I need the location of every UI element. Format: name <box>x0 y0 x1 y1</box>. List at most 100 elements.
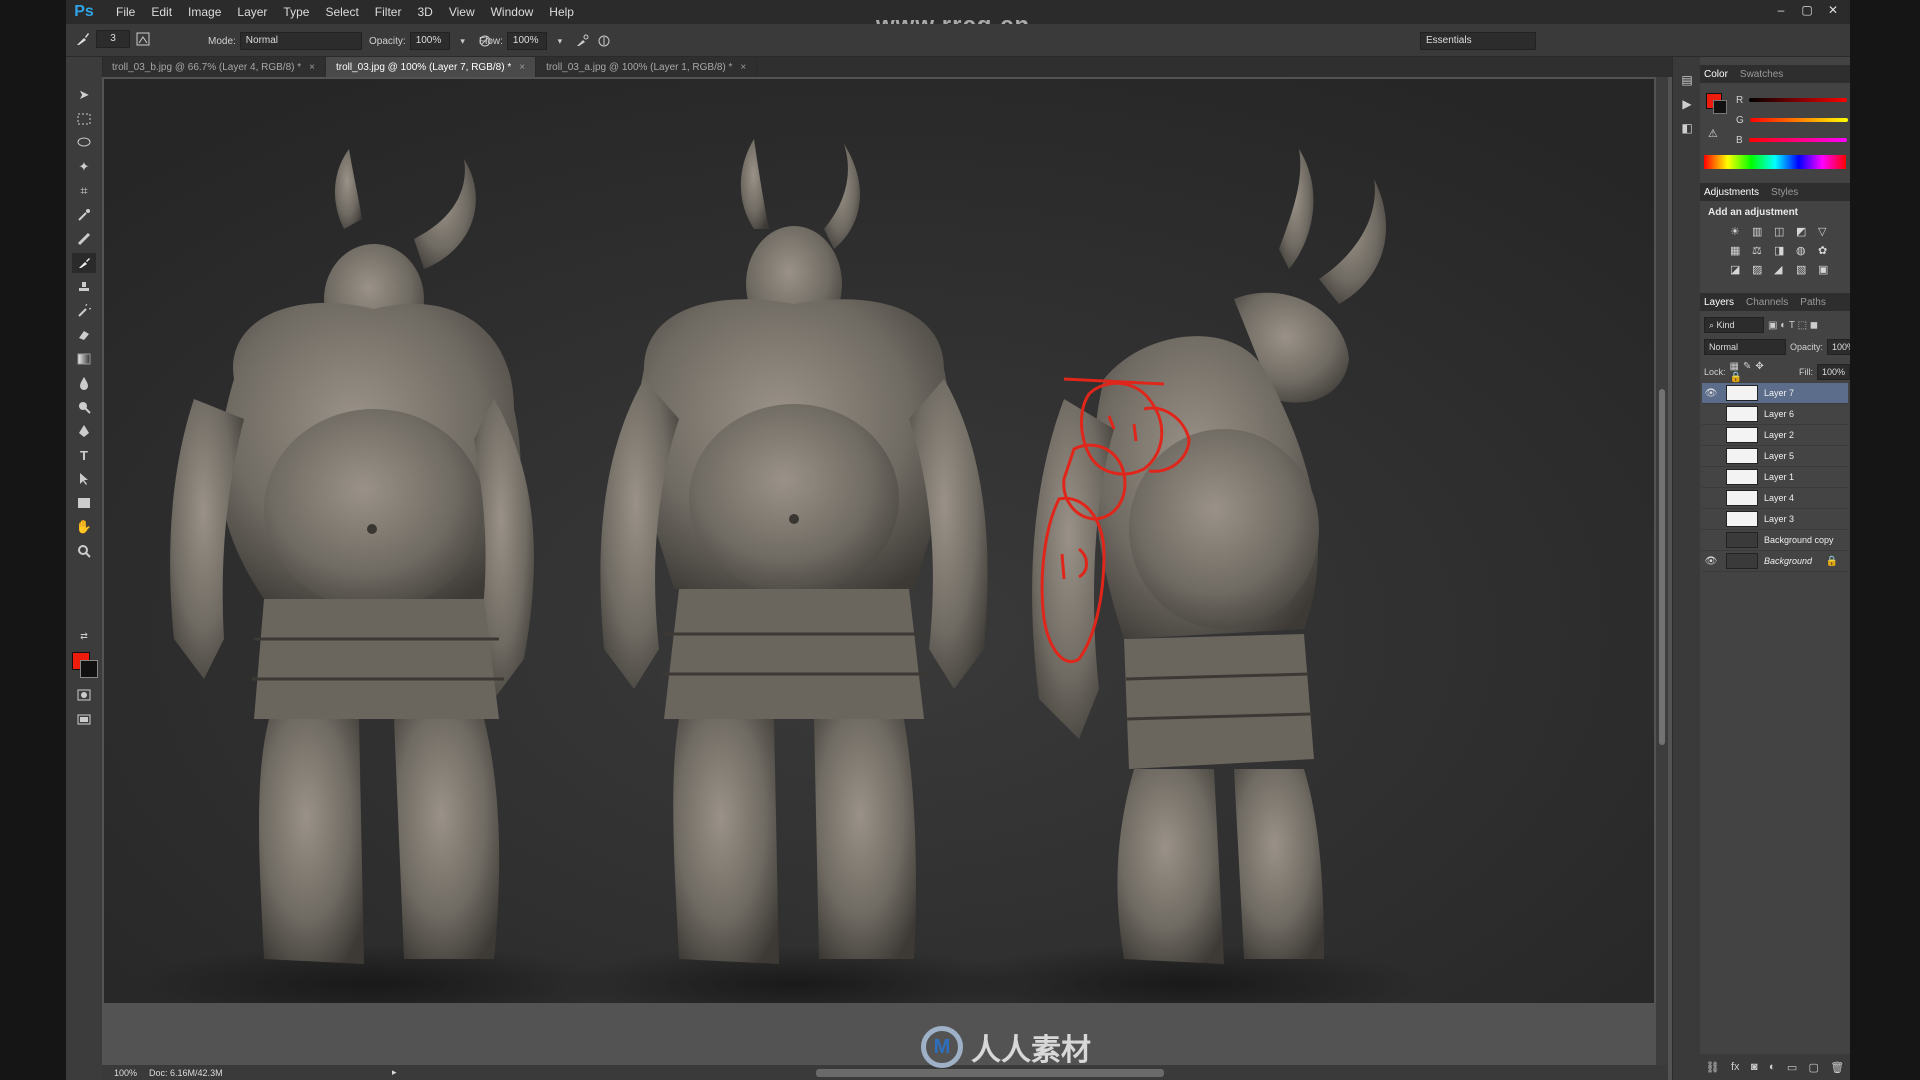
actions-play-icon[interactable]: ▶ <box>1678 95 1696 113</box>
vertical-scrollbar[interactable] <box>1656 77 1668 1065</box>
opacity-field[interactable]: 100% <box>409 32 450 50</box>
close-button[interactable]: ✕ <box>1822 2 1844 18</box>
tab-troll-03-b[interactable]: troll_03_b.jpg @ 66.7% (Layer 4, RGB/8) … <box>102 57 326 77</box>
crop-tool-icon[interactable]: ⌗ <box>72 181 96 201</box>
selective-color-icon[interactable]: ▣ <box>1818 263 1836 276</box>
brightness-icon[interactable]: ☀ <box>1730 225 1748 238</box>
menu-edit[interactable]: Edit <box>143 5 180 19</box>
layer-row[interactable]: 👁 Layer 7 <box>1702 383 1848 404</box>
threshold-icon[interactable]: ◢ <box>1774 263 1792 276</box>
tab-channels[interactable]: Channels <box>1746 297 1788 308</box>
play-icon[interactable]: ▸ <box>392 1067 397 1078</box>
eraser-tool-icon[interactable] <box>72 325 96 345</box>
mode-dropdown[interactable]: Normal <box>239 32 362 50</box>
gradient-tool-icon[interactable] <box>72 349 96 369</box>
tab-color[interactable]: Color <box>1704 69 1728 80</box>
curves-icon[interactable]: ◫ <box>1774 225 1792 238</box>
brush-preset-icon[interactable] <box>74 30 92 48</box>
tab-troll-03-a[interactable]: troll_03_a.jpg @ 100% (Layer 1, RGB/8) *… <box>536 57 758 77</box>
zoom-level[interactable]: 100% <box>114 1068 137 1078</box>
type-tool-icon[interactable]: T <box>72 445 96 465</box>
new-adjustment-icon[interactable]: ◐ <box>1769 1061 1776 1073</box>
close-icon[interactable]: × <box>309 62 315 73</box>
layer-row[interactable]: Background copy <box>1702 530 1848 551</box>
history-panel-icon[interactable]: ▤ <box>1678 71 1696 89</box>
layer-row[interactable]: Layer 1 <box>1702 467 1848 488</box>
workspace-dropdown[interactable]: Essentials <box>1420 32 1536 50</box>
brush-tool-icon[interactable] <box>72 253 96 273</box>
black-white-icon[interactable]: ◨ <box>1774 244 1792 257</box>
invert-icon[interactable]: ◪ <box>1730 263 1748 276</box>
add-mask-icon[interactable]: ◙ <box>1751 1061 1758 1073</box>
color-balance-icon[interactable]: ⚖ <box>1752 244 1770 257</box>
background-color-swatch[interactable] <box>80 660 98 678</box>
healing-brush-tool-icon[interactable] <box>72 229 96 249</box>
swap-colors-icon[interactable]: ⇄ <box>72 629 96 643</box>
lock-options-icons[interactable]: ▦✎✥🔒 <box>1730 361 1775 383</box>
menu-filter[interactable]: Filter <box>367 5 410 19</box>
tab-adjustments[interactable]: Adjustments <box>1704 187 1759 198</box>
tab-swatches[interactable]: Swatches <box>1740 69 1783 80</box>
link-layers-icon[interactable]: ⛓ <box>1706 1061 1720 1074</box>
layer-row[interactable]: Layer 5 <box>1702 446 1848 467</box>
channel-mixer-icon[interactable]: ✿ <box>1818 244 1836 257</box>
blend-mode-dropdown[interactable]: Normal <box>1704 339 1786 355</box>
vibrance-icon[interactable]: ▽ <box>1818 225 1836 238</box>
eye-icon[interactable]: 👁 <box>1702 388 1720 399</box>
chevron-down-icon[interactable]: ▾ <box>551 32 569 50</box>
brush-panel-icon[interactable] <box>134 30 152 48</box>
eyedropper-tool-icon[interactable] <box>72 205 96 225</box>
zoom-tool-icon[interactable] <box>72 541 96 561</box>
layer-row[interactable]: Layer 6 <box>1702 404 1848 425</box>
menu-file[interactable]: File <box>108 5 143 19</box>
pressure-size-icon[interactable] <box>595 32 613 50</box>
color-spectrum[interactable] <box>1704 155 1846 169</box>
properties-panel-icon[interactable]: ◧ <box>1678 119 1696 137</box>
new-layer-icon[interactable]: ▢ <box>1809 1061 1819 1074</box>
screen-mode-icon[interactable] <box>72 709 96 729</box>
layer-row[interactable]: 👁 Background 🔒 <box>1702 551 1848 572</box>
color-bg-swatch[interactable] <box>1713 100 1727 114</box>
airbrush-icon[interactable] <box>573 32 591 50</box>
fill-field[interactable]: 100% <box>1816 364 1850 380</box>
menu-select[interactable]: Select <box>317 5 366 19</box>
quick-mask-icon[interactable] <box>72 685 96 705</box>
menu-type[interactable]: Type <box>275 5 317 19</box>
delete-layer-icon[interactable]: 🗑 <box>1830 1061 1844 1074</box>
layer-row[interactable]: Layer 2 <box>1702 425 1848 446</box>
path-selection-tool-icon[interactable] <box>72 469 96 489</box>
menu-3d[interactable]: 3D <box>409 5 440 19</box>
tab-layers[interactable]: Layers <box>1704 297 1734 308</box>
filter-icons[interactable]: ▣ ◐ T ⬚ ◼ <box>1768 320 1818 331</box>
rectangle-tool-icon[interactable] <box>72 493 96 513</box>
history-brush-tool-icon[interactable] <box>72 301 96 321</box>
photo-filter-icon[interactable]: ◍ <box>1796 244 1814 257</box>
clone-stamp-tool-icon[interactable] <box>72 277 96 297</box>
close-icon[interactable]: × <box>519 62 525 73</box>
marquee-tool-icon[interactable] <box>72 109 96 129</box>
tab-troll-03[interactable]: troll_03.jpg @ 100% (Layer 7, RGB/8) * × <box>325 57 537 77</box>
menu-help[interactable]: Help <box>541 5 582 19</box>
brush-size-field[interactable]: 3 <box>96 30 130 48</box>
menu-image[interactable]: Image <box>180 5 229 19</box>
new-group-icon[interactable]: ▭ <box>1787 1061 1797 1074</box>
dodge-tool-icon[interactable] <box>72 397 96 417</box>
move-tool-icon[interactable]: ➤ <box>72 85 96 105</box>
pen-tool-icon[interactable] <box>72 421 96 441</box>
exposure-icon[interactable]: ◩ <box>1796 225 1814 238</box>
lasso-tool-icon[interactable] <box>72 133 96 153</box>
layer-row[interactable]: Layer 3 <box>1702 509 1848 530</box>
layer-opacity-field[interactable]: 100% <box>1827 339 1850 355</box>
menu-layer[interactable]: Layer <box>229 5 275 19</box>
blur-tool-icon[interactable] <box>72 373 96 393</box>
flow-field[interactable]: 100% <box>506 32 547 50</box>
menu-window[interactable]: Window <box>483 5 542 19</box>
red-slider[interactable] <box>1749 98 1848 102</box>
eye-icon[interactable]: 👁 <box>1702 556 1720 567</box>
hand-tool-icon[interactable]: ✋ <box>72 517 96 537</box>
green-slider[interactable] <box>1749 118 1848 122</box>
quick-select-tool-icon[interactable]: ✦ <box>72 157 96 177</box>
horizontal-scroll-thumb[interactable] <box>816 1069 1164 1077</box>
hue-saturation-icon[interactable]: ▦ <box>1730 244 1748 257</box>
layer-row[interactable]: Layer 4 <box>1702 488 1848 509</box>
